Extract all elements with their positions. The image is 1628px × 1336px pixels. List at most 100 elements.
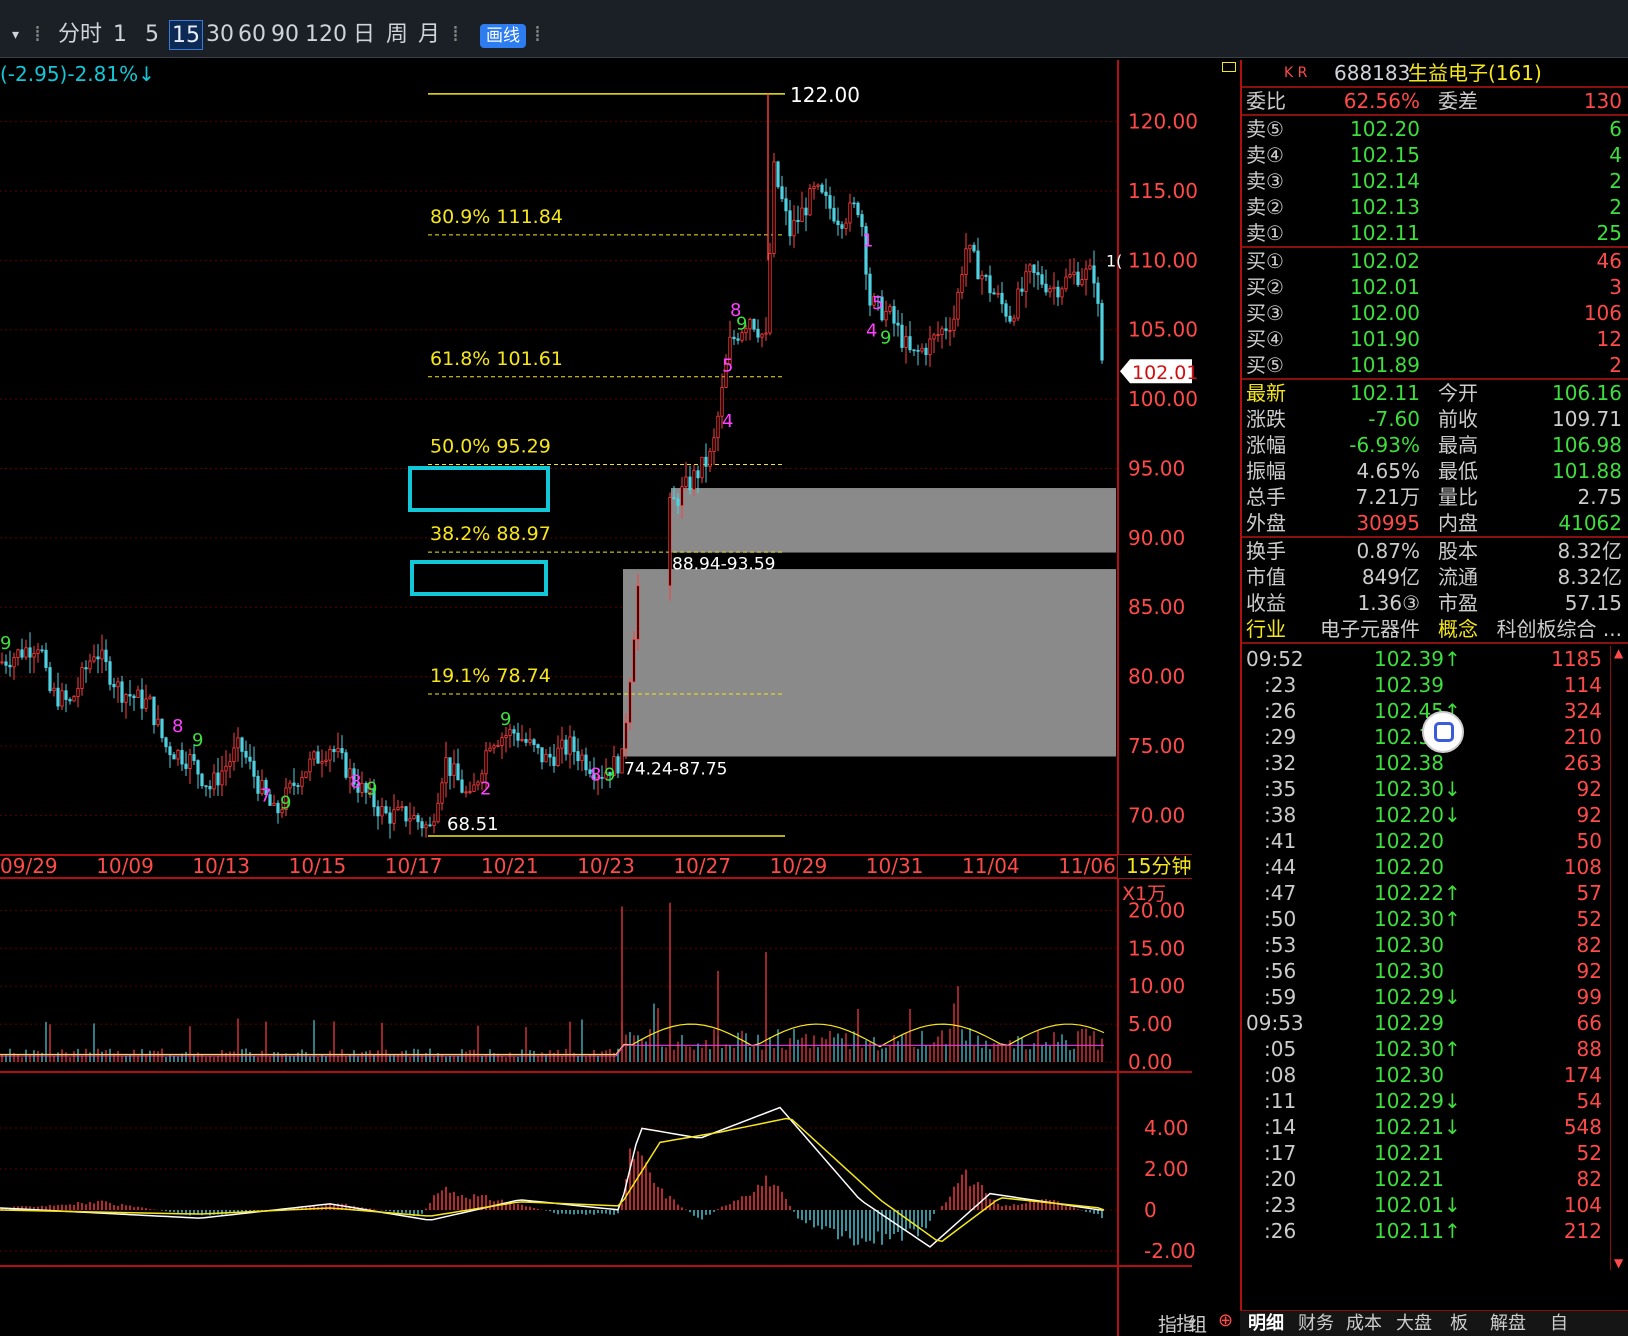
period-tab-week[interactable]: 周	[386, 20, 408, 50]
date-label: 09/29	[0, 854, 58, 878]
tick-time: :17	[1264, 1141, 1297, 1165]
tick-price: 102.29↓	[1374, 1089, 1461, 1113]
tick-vol: 174	[1563, 1063, 1602, 1087]
td-marker: 2	[480, 779, 491, 800]
dropdown-arrow-icon[interactable]: ▾	[12, 20, 19, 50]
tick-time: :23	[1264, 673, 1297, 697]
scrollbar[interactable]: ▲ ▼	[1610, 646, 1628, 1270]
tick-time: :26	[1264, 1219, 1297, 1243]
candle-body	[952, 318, 956, 331]
stat-label: 涨跌	[1246, 407, 1286, 431]
candle-body	[1008, 315, 1012, 322]
candle-body	[816, 184, 820, 187]
candle-body	[492, 745, 496, 749]
candle-body	[528, 739, 532, 743]
tab-zu[interactable]: 组	[1188, 1310, 1207, 1336]
gap-box-lower	[623, 569, 1116, 757]
buy-label: 买②	[1246, 275, 1284, 299]
tick-time: :59	[1264, 985, 1297, 1009]
candle-body	[420, 821, 424, 829]
candle-body	[808, 188, 812, 216]
sell-vol: 2	[1609, 169, 1622, 193]
period-tab-day[interactable]: 日	[353, 20, 375, 50]
fund-value: 科创板综合 ...	[1496, 617, 1622, 641]
settings-square-icon[interactable]	[1222, 62, 1236, 72]
fund-value: 8.32亿	[1557, 565, 1622, 589]
volume-unit-label: X1万	[1122, 883, 1166, 905]
buy-label: 买⑤	[1246, 353, 1284, 377]
add-icon[interactable]: ⊕	[1218, 1310, 1233, 1331]
stat-label: 总手	[1246, 485, 1286, 509]
panel-tabs: 明细 财务 成本 大盘板解盘自	[1240, 1310, 1628, 1336]
candle-body	[1056, 286, 1060, 298]
gap-label: 88.94-93.59	[672, 555, 775, 575]
date-label: 10/13	[192, 854, 250, 878]
stat-value: 7.21万	[1355, 485, 1420, 509]
tab-ban[interactable]: 板	[1450, 1311, 1468, 1336]
sell-label: 卖①	[1246, 221, 1284, 245]
tick-price: 102.30↓	[1374, 777, 1461, 801]
candle-body	[428, 824, 432, 827]
candle-body	[992, 292, 996, 295]
stat-row: 涨跌 -7.60 前收 109.71	[1242, 406, 1628, 432]
period-tab-15[interactable]: 15	[169, 20, 203, 50]
float-assistant-button[interactable]	[1422, 711, 1464, 753]
buy-row: 买⑤ 101.89 2	[1242, 352, 1628, 378]
stat-row: 总手 7.21万 量比 2.75	[1242, 484, 1628, 510]
scroll-up-icon[interactable]: ▲	[1614, 646, 1623, 660]
period-tab-5[interactable]: 5	[145, 20, 159, 50]
period-tab-month[interactable]: 月	[418, 20, 440, 50]
candle-body	[244, 751, 248, 758]
td-marker: 8	[350, 772, 361, 793]
period-tab-30[interactable]: 30	[206, 20, 234, 50]
weicha-value: 130	[1583, 89, 1622, 113]
period-tab-fenshi[interactable]: 分时	[58, 20, 102, 50]
tab-mingxi[interactable]: 明细	[1248, 1311, 1284, 1336]
candle-body	[76, 688, 80, 697]
tab-zi[interactable]: 自	[1550, 1311, 1568, 1336]
date-label: 11/06	[1058, 854, 1116, 878]
candle-body	[192, 754, 196, 761]
edge-label: 1(	[1106, 251, 1122, 270]
candle-body	[520, 739, 524, 741]
candle-body	[712, 437, 716, 452]
stat-value: -6.93%	[1349, 433, 1420, 457]
candle-body	[168, 746, 172, 756]
candle-body	[56, 687, 60, 707]
candle-body	[1000, 292, 1004, 305]
kline-chart-area[interactable]: 120.00 115.00 110.00 105.00 100.00 95.00 90.00…	[0, 60, 1240, 1336]
stat-value: 102.11	[1350, 381, 1420, 405]
candle-body	[896, 322, 900, 326]
candle-body	[272, 802, 276, 806]
draw-line-button[interactable]: 画线	[480, 24, 526, 48]
candle-body	[812, 185, 816, 189]
macd-axis-label: 2.00	[1144, 1157, 1189, 1181]
tab-dapan[interactable]: 大盘	[1396, 1311, 1432, 1336]
price-axis-label: 85.00	[1128, 595, 1185, 619]
tick-vol: 1185	[1551, 647, 1602, 671]
tab-jiepan[interactable]: 解盘	[1490, 1311, 1526, 1336]
tab-caiwu[interactable]: 财务	[1298, 1311, 1334, 1336]
price-axis-label: 95.00	[1128, 456, 1185, 480]
candle-body	[948, 329, 952, 332]
candle-body	[972, 244, 976, 252]
period-tab-60[interactable]: 60	[238, 20, 266, 50]
period-tab-1[interactable]: 1	[113, 20, 127, 50]
tab-chengben[interactable]: 成本	[1346, 1311, 1382, 1336]
candle-body	[52, 687, 56, 692]
fib-level-label: 38.2% 88.97	[430, 523, 551, 545]
tick-row: :50 102.30↑ 52	[1242, 906, 1628, 932]
tab-zhi[interactable]: 指	[1158, 1310, 1177, 1336]
candle-body	[496, 744, 500, 747]
date-label: 10/09	[96, 854, 154, 878]
toolbar: ▾ ⁞ 分时 1 5 15 30 60 90 120 日 周 月 ⁞ 画线 ⁞	[0, 0, 1628, 58]
candle-body	[696, 470, 700, 479]
stat-value: 106.98	[1552, 433, 1622, 457]
period-tab-90[interactable]: 90	[271, 20, 299, 50]
period-tab-120[interactable]: 120	[305, 20, 347, 50]
candle-body	[768, 252, 772, 334]
td-marker: 1	[862, 230, 873, 251]
candle-body	[68, 699, 72, 702]
scroll-down-icon[interactable]: ▼	[1614, 1256, 1623, 1270]
price-axis-label: 110.00	[1128, 248, 1198, 272]
